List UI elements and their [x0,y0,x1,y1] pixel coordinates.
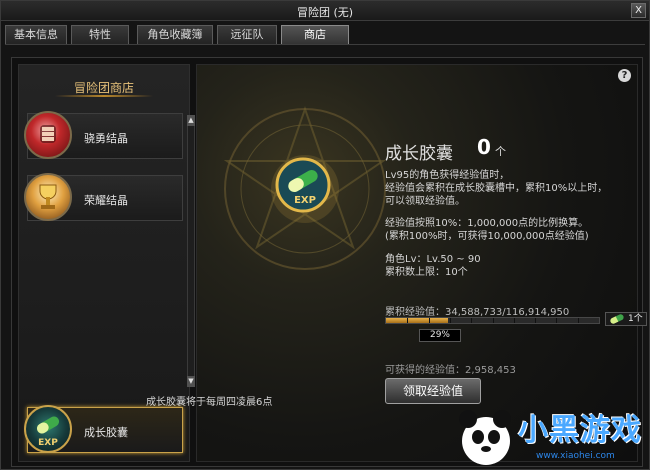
description-line: 可以领取经验值。 [385,196,465,207]
tab-shop[interactable]: 商店 [281,25,349,44]
shop-item-growth-capsule[interactable]: EXP 成长胶囊 [24,405,183,453]
sidebar-scrollbar[interactable]: ▲ ▼ [187,115,195,387]
window-title: 冒险团 (无) [296,6,354,19]
capsule-mini-count: 1个 [628,314,643,324]
description-line: (累积100%时，可获得10,000,000点经验值) [385,231,589,242]
shop-item-label: 成长胶囊 [84,426,128,439]
tab-expedition[interactable]: 远征队 [217,25,277,44]
title-bar: 冒险团 (无) X [1,1,649,21]
capsule-title: 成长胶囊 [385,144,453,164]
capsule-mini-counter: 1个 [605,312,647,326]
description-line: Lv95的角色获得经验值时， [385,170,510,181]
obtainable-exp: 可获得的经验值：2,958,453 [385,365,516,376]
description-line: 经验值会累积在成长胶囊槽中，累积10%以上时， [385,183,608,194]
shop-item-label: 骁勇结晶 [84,132,128,145]
exp-text: EXP [38,438,58,448]
panda-mascot-icon [459,410,511,465]
description-line: 累积数上限：10个 [385,267,468,278]
progress-tick [535,318,536,323]
capsule-count: 0 [477,135,491,159]
scroll-down-icon[interactable]: ▼ [187,376,195,387]
tab-basic-info[interactable]: 基本信息 [5,25,67,44]
site-watermark: 小黑游戏 www.xiaohei.com [456,399,650,470]
watermark-url: www.xiaohei.com [536,451,615,461]
shop-item-glory-crystal[interactable]: 荣耀结晶 [24,173,183,221]
progress-tick [578,318,579,323]
progress-tick [450,318,451,323]
fist-crystal-icon [24,111,72,159]
exp-progress-bar [385,317,600,324]
tab-bar: 基本信息 特性 角色收藏簿 远征队 商店 [5,25,645,45]
accumulated-exp-label: 累积经验值：34,588,733/116,914,950 [385,307,570,318]
trophy-crystal-icon [24,173,72,221]
help-icon[interactable]: ? [618,69,631,82]
exp-capsule-icon: EXP [24,405,72,453]
progress-tick [471,318,472,323]
progress-tick [514,318,515,323]
sidebar-title: 冒险团商店 [73,81,134,95]
progress-tick [407,318,408,323]
progress-tick [429,318,430,323]
exp-progress-fill [386,318,448,323]
tab-character-collection[interactable]: 角色收藏簿 [137,25,213,44]
progress-tick [493,318,494,323]
footer-note: 成长胶囊将于每周四凌晨6点 [146,397,273,408]
exp-text: EXP [294,195,316,206]
capsule-count-unit: 个 [495,145,506,158]
exp-percent-badge: 29% [419,329,461,342]
tab-traits[interactable]: 特性 [71,25,129,44]
scroll-up-icon[interactable]: ▲ [187,115,195,126]
description-line: 角色Lv：Lv.50 ~ 90 [385,254,481,265]
adventure-group-window: 冒险团 (无) X 基本信息 特性 角色收藏簿 远征队 商店 冒险团商店 骁勇结… [0,0,650,470]
capsule-pill-icon [609,313,625,325]
title-ornament [55,95,153,97]
shop-item-valor-crystal[interactable]: 骁勇结晶 [24,111,183,159]
description-line: 经验值按照10%：1,000,000点的比例换算。 [385,218,589,229]
shop-item-label: 荣耀结晶 [84,194,128,207]
growth-capsule-icon: EXP [275,157,331,213]
watermark-text: 小黑游戏 [518,413,642,448]
progress-tick [556,318,557,323]
close-button[interactable]: X [631,3,646,18]
